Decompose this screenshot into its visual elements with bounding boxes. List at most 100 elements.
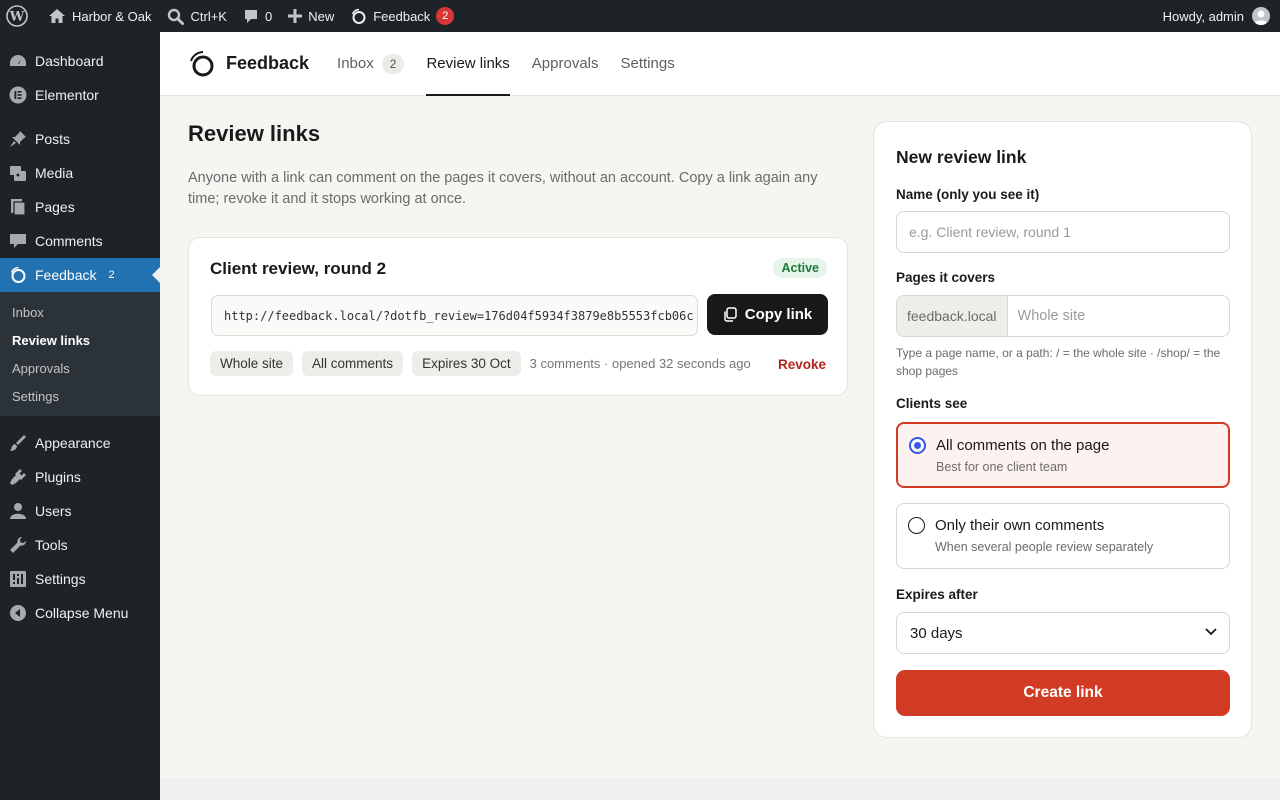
tab-approvals[interactable]: Approvals xyxy=(532,32,599,96)
menu-label: Dashboard xyxy=(35,53,104,69)
radio-unselected[interactable] xyxy=(908,517,925,534)
tab-label: Review links xyxy=(426,55,510,72)
option-subtitle: When several people review separately xyxy=(935,540,1154,554)
menu-label: Users xyxy=(35,503,72,519)
link-url-field[interactable]: http://feedback.local/?dotfb_review=176d… xyxy=(211,295,698,336)
submenu-settings[interactable]: Settings xyxy=(0,382,160,410)
menu-label: Tools xyxy=(35,537,68,553)
pages-placeholder: Whole site xyxy=(1017,308,1086,324)
visibility-chip: All comments xyxy=(302,351,404,376)
tab-label: Approvals xyxy=(531,55,599,72)
new-link-panel: New review link Name (only you see it) e… xyxy=(873,121,1252,738)
wordpress-logo-button[interactable]: W xyxy=(0,0,36,32)
submenu-review-links[interactable]: Review links xyxy=(0,326,160,354)
menu-dashboard[interactable]: Dashboard xyxy=(0,44,160,78)
main-content: Feedback Inbox 2 Review links Approvals … xyxy=(160,32,1280,778)
expires-label: Expires after xyxy=(896,587,978,602)
howdy-text: Howdy, admin xyxy=(1162,8,1244,24)
feedback-adminbar-button[interactable]: Feedback 2 xyxy=(342,0,462,32)
status-badge: Active xyxy=(773,258,827,278)
name-input[interactable]: e.g. Client review, round 1 xyxy=(896,211,1230,253)
feedback-submenu: Inbox Review links Approvals Settings xyxy=(0,292,160,416)
option-all-comments[interactable]: All comments on the page Best for one cl… xyxy=(896,422,1230,488)
revoke-button[interactable]: Revoke xyxy=(778,357,826,372)
my-account-button[interactable]: Howdy, admin xyxy=(1163,7,1280,25)
pin-icon xyxy=(10,131,26,147)
menu-tools[interactable]: Tools xyxy=(0,528,160,562)
wrench-icon xyxy=(10,536,27,553)
comment-icon xyxy=(10,234,26,248)
feedback-logo-icon xyxy=(190,50,214,76)
menu-label: Settings xyxy=(35,571,86,587)
svg-text:W: W xyxy=(9,10,25,25)
menu-collapse[interactable]: Collapse Menu xyxy=(0,596,160,630)
menu-label: Media xyxy=(35,165,74,181)
review-link-card: Client review, round 2 Active http://fee… xyxy=(188,237,848,396)
new-content-button[interactable]: New xyxy=(280,0,342,32)
pages-input[interactable]: feedback.local Whole site xyxy=(896,295,1230,337)
feedback-badge: 2 xyxy=(436,7,455,25)
feedback-logo-icon xyxy=(352,8,366,24)
menu-label: Feedback xyxy=(35,267,97,283)
pages-icon xyxy=(11,199,26,216)
command-search-button[interactable]: Ctrl+K xyxy=(159,0,234,32)
feedback-icon xyxy=(10,266,26,283)
pages-hint: Type a page name, or a path: / = the who… xyxy=(896,346,1221,378)
page-title: Review links xyxy=(188,121,321,146)
plugin-header: Feedback Inbox 2 Review links Approvals … xyxy=(160,32,1280,96)
site-name-link[interactable]: Harbor & Oak xyxy=(36,0,159,32)
tab-count: 2 xyxy=(381,53,405,74)
menu-label: Plugins xyxy=(35,469,81,485)
expires-select[interactable]: 30 days xyxy=(896,612,1230,654)
link-name: Client review, round 2 xyxy=(210,259,387,278)
new-label: New xyxy=(308,8,335,24)
menu-settings[interactable]: Settings xyxy=(0,562,160,596)
panel-title: New review link xyxy=(896,147,1027,167)
menu-pages[interactable]: Pages xyxy=(0,190,160,224)
pages-prefix: feedback.local xyxy=(897,296,1008,336)
media-icon xyxy=(10,166,26,181)
copy-link-button[interactable]: Copy link xyxy=(707,294,828,335)
search-shortcut: Ctrl+K xyxy=(190,8,227,24)
visibility-label: Clients see xyxy=(896,396,968,411)
submenu-inbox[interactable]: Inbox xyxy=(0,298,160,326)
brand: Feedback xyxy=(187,49,309,79)
create-link-button[interactable]: Create link xyxy=(896,670,1230,716)
submenu-approvals[interactable]: Approvals xyxy=(0,354,160,382)
page-intro: Anyone with a link can comment on the pa… xyxy=(188,170,818,207)
avatar xyxy=(1252,7,1270,25)
menu-users[interactable]: Users xyxy=(0,494,160,528)
menu-comments[interactable]: Comments xyxy=(0,224,160,258)
radio-selected[interactable] xyxy=(909,437,926,454)
menu-appearance[interactable]: Appearance xyxy=(0,426,160,460)
expires-value: 30 days xyxy=(910,624,963,642)
option-title: All comments on the page xyxy=(936,437,1110,454)
menu-posts[interactable]: Posts xyxy=(0,122,160,156)
menu-label: Pages xyxy=(35,199,75,215)
tab-label: Inbox xyxy=(337,55,374,72)
menu-feedback[interactable]: Feedback 2 xyxy=(0,258,160,292)
menu-count: 2 xyxy=(108,269,115,281)
tab-review-links[interactable]: Review links xyxy=(426,32,511,96)
wordpress-icon: W xyxy=(6,5,28,27)
expiry-chip: Expires 30 Oct xyxy=(412,351,521,376)
option-title: Only their own comments xyxy=(935,517,1105,534)
scope-chip: Whole site xyxy=(210,351,294,376)
tab-inbox[interactable]: Inbox 2 xyxy=(337,32,405,96)
menu-elementor[interactable]: Elementor xyxy=(0,78,160,112)
comments-button[interactable]: 0 xyxy=(235,0,280,32)
link-details: Whole site All comments Expires 30 Oct 3… xyxy=(210,351,751,376)
menu-label: Appearance xyxy=(35,435,111,451)
menu-media[interactable]: Media xyxy=(0,156,160,190)
menu-label: Posts xyxy=(35,131,71,147)
admin-sidebar: Dashboard Elementor Posts Media Pages Co… xyxy=(0,32,160,800)
tab-settings[interactable]: Settings xyxy=(621,32,675,96)
dashboard-icon xyxy=(10,55,26,66)
menu-plugins[interactable]: Plugins xyxy=(0,460,160,494)
option-own-comments[interactable]: Only their own comments When several peo… xyxy=(896,503,1230,569)
tab-label: Settings xyxy=(620,55,675,72)
site-name: Harbor & Oak xyxy=(72,8,152,24)
plug-icon xyxy=(10,469,26,485)
menu-label: Collapse Menu xyxy=(35,605,129,621)
admin-bar: W Harbor & Oak Ctrl+K 0 New Feedback 2 H… xyxy=(0,0,1280,32)
